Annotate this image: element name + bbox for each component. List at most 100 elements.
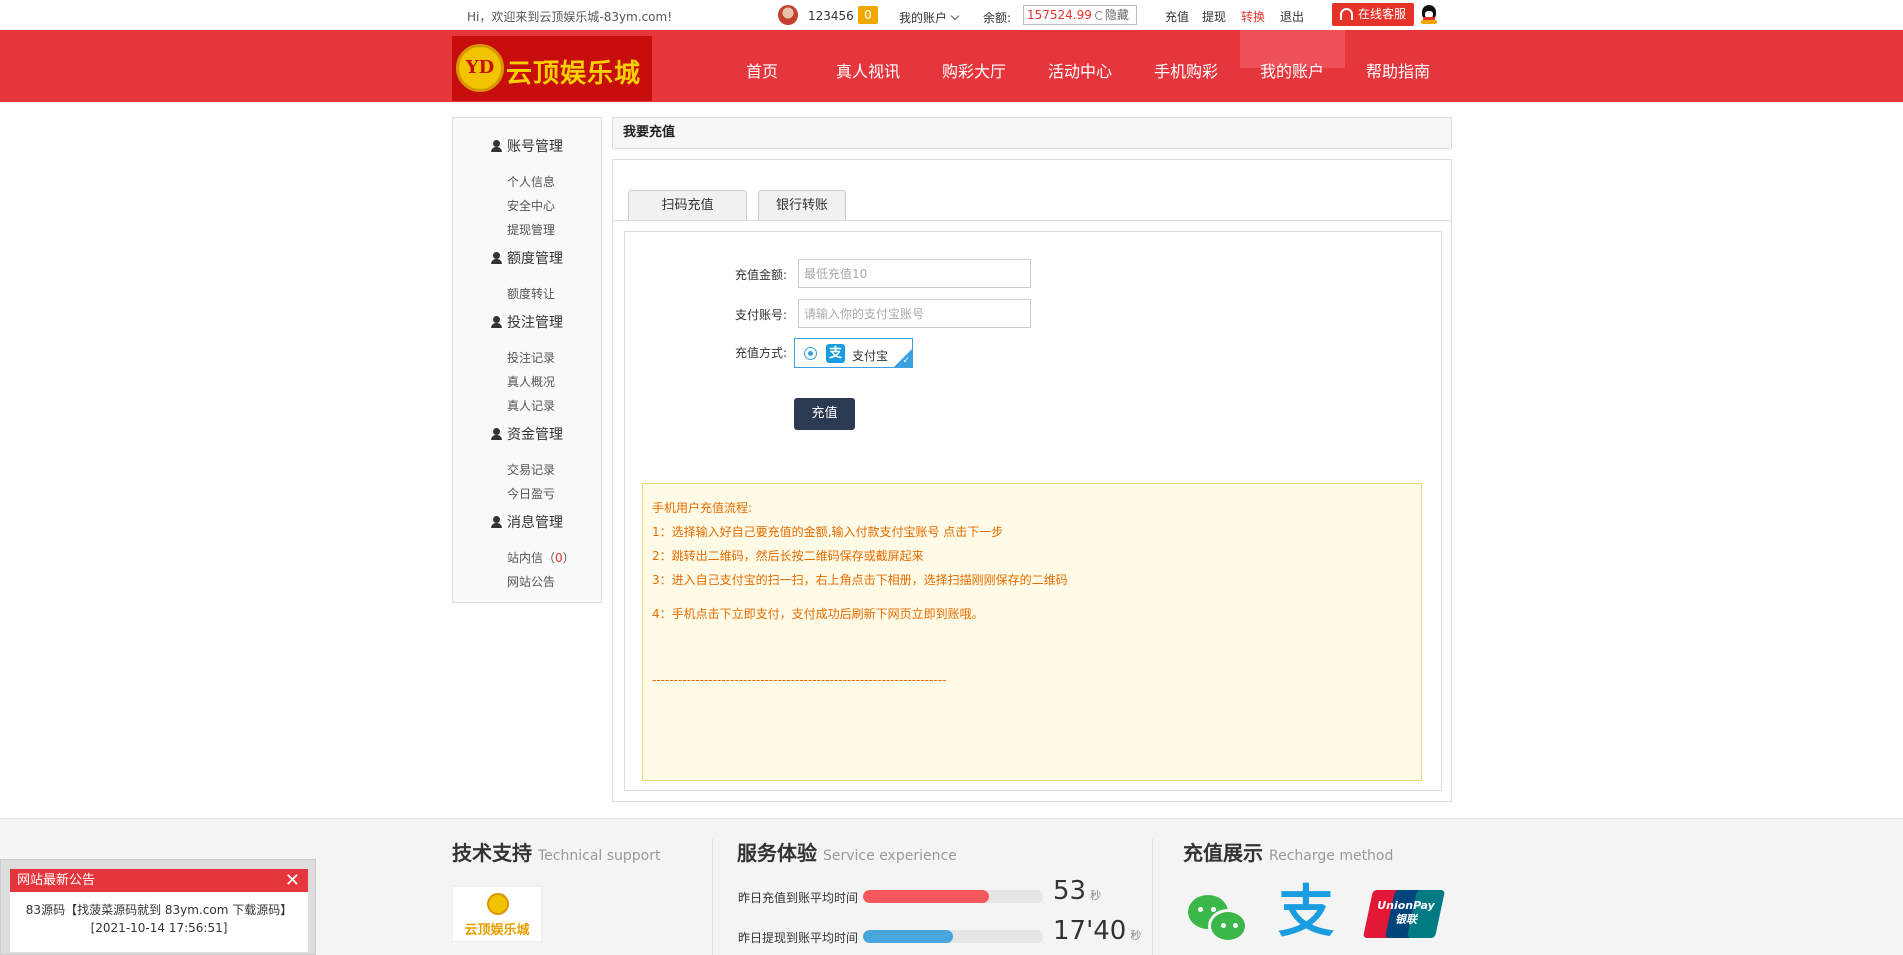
footer-divider (712, 839, 713, 955)
notice-step: 2：跳转出二维码，然后长按二维码保存或截屏起来 (652, 549, 924, 563)
tab-qr-recharge[interactable]: 扫码充值 (628, 190, 747, 221)
footer-logo: 云顶娱乐城 (452, 886, 542, 942)
site-logo[interactable]: YD 云顶娱乐城 (452, 36, 652, 101)
recharge-panel: 扫码充值 银行转账 充值金额: 支付账号: 充值方式: 支 支付宝 ✓ 充值 手… (612, 159, 1452, 802)
user-icon (491, 252, 502, 264)
amount-label: 充值金额: (735, 268, 788, 282)
alipay-icon: 支 (826, 344, 845, 363)
sidebar-group-messages: 消息管理 (491, 512, 563, 532)
stat-bar-recharge (863, 890, 1043, 903)
message-count-badge[interactable]: 0 (858, 6, 878, 24)
notice-divider: ----------------------------------------… (652, 673, 947, 687)
recharge-instructions: 手机用户充值流程: 1：选择输入好自己要充值的金额,输入付款支付宝账号 点击下一… (642, 483, 1422, 781)
nav-item-home[interactable]: 首页 (746, 58, 778, 82)
sidebar-group-funds: 资金管理 (491, 424, 563, 444)
nav-item-my-account[interactable]: 我的账户 (1260, 58, 1324, 82)
sidebar-group-credit: 额度管理 (491, 248, 563, 268)
recharge-form-area: 充值金额: 支付账号: 充值方式: 支 支付宝 ✓ 充值 手机用户充值流程: 1… (624, 231, 1442, 791)
notice-step: 1：选择输入好自己要充值的金额,输入付款支付宝账号 点击下一步 (652, 525, 1004, 539)
sidebar-item-profile[interactable]: 个人信息 (507, 173, 555, 190)
stat-value-withdraw: 17'40 秒 (1053, 916, 1142, 946)
sidebar-item-inbox[interactable]: 站内信（0） (507, 549, 575, 566)
chevron-down-icon (950, 11, 960, 21)
online-service-button[interactable]: 在线客服 (1332, 3, 1414, 26)
sidebar-item-live-overview[interactable]: 真人概况 (507, 373, 555, 390)
amount-input[interactable] (798, 259, 1031, 288)
user-icon (491, 516, 502, 528)
withdraw-link[interactable]: 提现 (1202, 8, 1226, 25)
alipay-logo-icon: 支 (1278, 880, 1334, 945)
top-bar: Hi，欢迎来到云顶娱乐城-83ym.com! 123456 0 我的账户 余额:… (0, 0, 1903, 30)
nav-item-help[interactable]: 帮助指南 (1366, 58, 1430, 82)
sidebar-item-withdraw-mgmt[interactable]: 提现管理 (507, 221, 555, 238)
user-icon (491, 140, 502, 152)
announcement-popup: 网站最新公告 ✕ 83源码【找菠菜源码就到 83ym.com 下载源码】 [202… (0, 859, 316, 955)
nav-item-live[interactable]: 真人视讯 (836, 58, 900, 82)
sidebar-item-today-pnl[interactable]: 今日盈亏 (507, 485, 555, 502)
my-account-dropdown[interactable]: 我的账户 (899, 9, 960, 26)
stat-fill-recharge (863, 890, 989, 903)
sidebar-item-security[interactable]: 安全中心 (507, 197, 555, 214)
alipay-account-input[interactable] (798, 299, 1031, 328)
headset-icon (1340, 8, 1353, 20)
inbox-count: 0 (555, 551, 563, 565)
hide-balance-link[interactable]: 隐藏 (1105, 8, 1129, 22)
stat-fill-withdraw (863, 930, 953, 943)
stat-label-recharge: 昨日充值到账平均时间 (738, 891, 859, 905)
tech-support-title: 技术支持 Technical support (452, 841, 661, 865)
unionpay-text: UnionPay 银联 (1377, 899, 1435, 926)
popup-line[interactable]: 83源码【找菠菜源码就到 83ym.com 下载源码】 (10, 901, 308, 919)
popup-line: [2021-10-14 17:56:51] (90, 921, 228, 935)
my-account-label: 我的账户 (899, 11, 948, 25)
nav-item-mobile[interactable]: 手机购彩 (1154, 58, 1218, 82)
method-name: 支付宝 (852, 349, 889, 363)
notice-step: 3：进入自己支付宝的扫一扫，右上角点击下相册，选择扫描刚刚保存的二维码 (652, 573, 1068, 587)
welcome-text: Hi，欢迎来到云顶娱乐城-83ym.com! (467, 10, 673, 24)
nav-item-activity[interactable]: 活动中心 (1048, 58, 1112, 82)
account-label: 支付账号: (735, 308, 788, 322)
sidebar-item-transactions[interactable]: 交易记录 (507, 461, 555, 478)
user-icon (491, 428, 502, 440)
qq-icon[interactable] (1420, 5, 1438, 25)
close-icon[interactable]: ✕ (285, 869, 300, 892)
balance-amount: 157524.99 (1027, 8, 1092, 22)
logout-link[interactable]: 退出 (1280, 8, 1304, 25)
stat-label-withdraw: 昨日提现到账平均时间 (738, 931, 859, 945)
recharge-method-title: 充值展示 Recharge method (1183, 841, 1394, 865)
logo-mark-icon: YD (456, 44, 504, 92)
sidebar-group-account: 账号管理 (491, 136, 563, 156)
tab-bank-transfer[interactable]: 银行转账 (758, 190, 846, 221)
nav-item-lottery-hall[interactable]: 购彩大厅 (942, 58, 1006, 82)
user-icon (491, 316, 502, 328)
sidebar-group-bets: 投注管理 (491, 312, 563, 332)
popup-title: 网站最新公告 (17, 873, 96, 888)
sidebar-item-announcements[interactable]: 网站公告 (507, 573, 555, 590)
notice-step: 4：手机点击下立即支付，支付成功后刷新下网页立即到账哦。 (652, 607, 984, 621)
refresh-icon[interactable] (1094, 11, 1104, 20)
sidebar-item-live-records[interactable]: 真人记录 (507, 397, 555, 414)
online-service-label: 在线客服 (1358, 7, 1407, 21)
tabs-divider (613, 220, 1451, 221)
alipay-method-option[interactable]: 支 支付宝 ✓ (794, 338, 913, 368)
account-sidebar: 账号管理 个人信息 安全中心 提现管理 额度管理 额度转让 投注管理 投注记录 … (452, 117, 602, 603)
recharge-link[interactable]: 充值 (1165, 8, 1189, 25)
coin-icon (487, 893, 509, 915)
balance-box: 157524.99 隐藏 (1023, 5, 1137, 25)
method-label: 充值方式: (735, 346, 788, 360)
main-nav: YD 云顶娱乐城 首页 真人视讯 购彩大厅 活动中心 手机购彩 我的账户 帮助指… (0, 30, 1903, 102)
method-radio[interactable] (804, 347, 817, 360)
popup-body: 83源码【找菠菜源码就到 83ym.com 下载源码】 [2021-10-14 … (10, 892, 308, 952)
check-icon: ✓ (902, 356, 910, 366)
logo-text: 云顶娱乐城 (506, 59, 642, 89)
page-title: 我要充值 (612, 117, 1452, 149)
stat-bar-withdraw (863, 930, 1043, 943)
avatar[interactable] (778, 5, 798, 25)
unionpay-icon: UnionPay 银联 (1362, 890, 1446, 938)
sidebar-item-credit-transfer[interactable]: 额度转让 (507, 285, 555, 302)
stat-value-recharge: 53 秒 (1053, 876, 1102, 906)
sidebar-item-bet-records[interactable]: 投注记录 (507, 349, 555, 366)
wechat-icon (1188, 889, 1250, 945)
popup-header: 网站最新公告 ✕ (10, 869, 308, 892)
convert-link[interactable]: 转换 (1241, 8, 1265, 25)
recharge-submit-button[interactable]: 充值 (794, 398, 855, 430)
